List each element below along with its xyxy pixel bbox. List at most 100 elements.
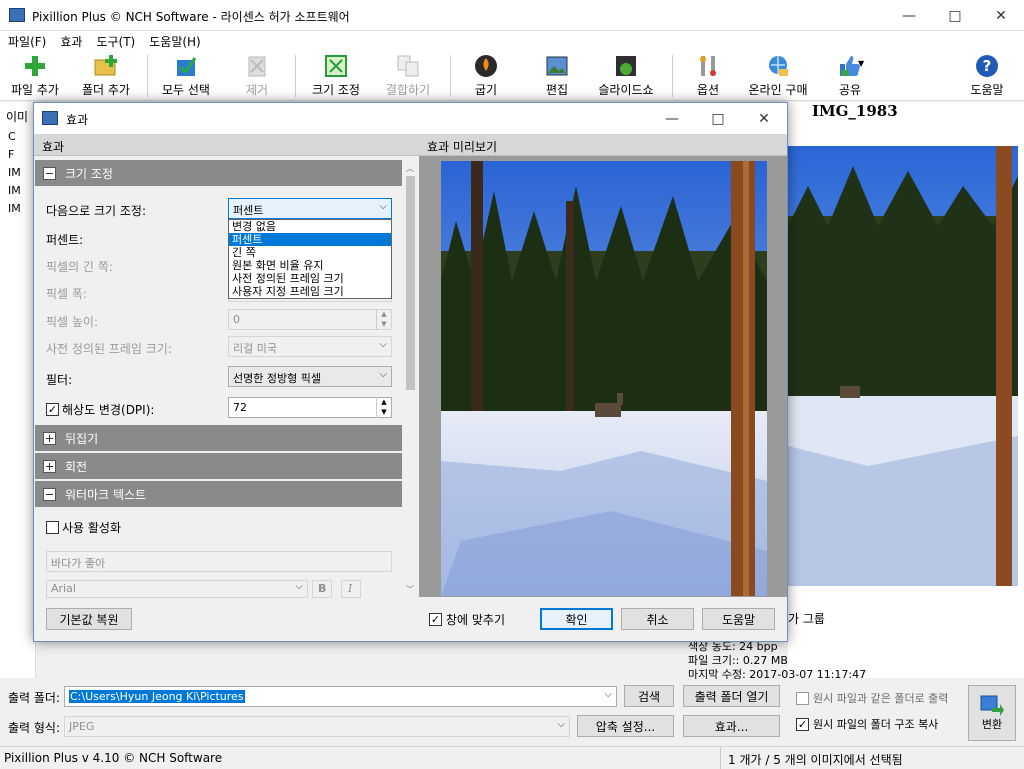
add-folder-button[interactable]: 폴더 추가 <box>77 53 135 99</box>
effects-button[interactable]: 효과... <box>683 715 780 737</box>
slideshow-button[interactable]: 슬라이드쇼 <box>594 53 658 99</box>
resize-by-select[interactable]: 퍼센트 ⌵ <box>228 198 392 219</box>
folder-plus-icon <box>93 53 119 79</box>
select-all-button[interactable]: 모두 선택 <box>156 53 216 99</box>
plus-icon <box>22 53 48 79</box>
list-item[interactable]: IM <box>8 202 21 215</box>
menu-bar: 파일(F) 효과 도구(T) 도움말(H) <box>0 31 1024 51</box>
keep-structure-checkbox[interactable]: ✓ <box>796 717 809 731</box>
minimize-button[interactable]: — <box>886 0 932 31</box>
file-size: 파일 크기:: 0.27 MB <box>688 654 788 667</box>
tools-icon <box>695 53 721 79</box>
effects-dialog: 효과 — □ ✕ 효과 크기 조정 다음으로 크기 조정: 퍼센트 ⌵ 퍼센트:… <box>33 102 788 642</box>
combine-button[interactable]: 결합하기 <box>380 53 436 99</box>
dropdown-option[interactable]: 원본 화면 비율 유지 <box>229 259 391 272</box>
preview-image <box>788 146 1018 586</box>
menu-tools[interactable]: 도구(T) <box>88 31 141 50</box>
dropdown-option[interactable]: 사용자 지정 프레임 크기 <box>229 285 391 298</box>
effects-preview-panel: 효과 미리보기 <box>419 134 787 597</box>
burn-button[interactable]: 굽기 <box>466 53 506 99</box>
fit-window-checkbox[interactable]: ✓ <box>429 613 442 626</box>
same-folder-option[interactable]: 원시 파일과 같은 폴더로 출력 <box>796 690 948 706</box>
output-folder-label: 출력 폴더: <box>8 691 61 705</box>
add-file-button[interactable]: 파일 추가 <box>6 53 64 99</box>
convert-button[interactable]: 변환 <box>968 685 1016 741</box>
height-label: 픽셀 높이: <box>46 315 99 329</box>
main-titlebar: Pixillion Plus © NCH Software - 라이센스 허가 … <box>0 0 1024 31</box>
dialog-close-button[interactable]: ✕ <box>741 103 787 134</box>
section-watermark[interactable]: 워터마크 텍스트 <box>35 481 433 507</box>
preview-title: IMG_1983 <box>812 102 898 120</box>
watermark-enable-checkbox[interactable] <box>46 521 59 534</box>
app-icon <box>9 8 25 22</box>
bold-button[interactable]: B <box>312 580 332 598</box>
app-icon <box>42 111 58 125</box>
same-folder-checkbox[interactable] <box>796 691 809 705</box>
buy-online-button[interactable]: 온라인 구매 <box>744 53 812 99</box>
width-label: 픽셀 폭: <box>46 287 87 301</box>
section-resize[interactable]: 크기 조정 <box>35 160 433 186</box>
output-folder-input[interactable]: C:\Users\Hyun Jeong Ki\Pictures ⌵ <box>64 686 617 707</box>
filter-label: 필터: <box>46 373 73 387</box>
list-item[interactable]: F <box>8 148 14 161</box>
chevron-down-icon: ⌵ <box>379 339 387 350</box>
dpi-checkbox[interactable]: ✓ <box>46 403 59 416</box>
height-field[interactable]: 0 ▲ ▼ <box>228 309 392 330</box>
compression-settings-button[interactable]: 압축 설정... <box>577 715 674 737</box>
dropdown-option[interactable]: 사전 정의된 프레임 크기 <box>229 272 391 285</box>
dropdown-option[interactable]: 긴 쪽 <box>229 246 391 259</box>
remove-button[interactable]: 제거 <box>232 53 282 99</box>
open-output-folder-button[interactable]: 출력 폴더 열기 <box>683 685 780 707</box>
menu-file[interactable]: 파일(F) <box>0 31 52 50</box>
output-format-select[interactable]: JPEG ⌵ <box>64 716 570 737</box>
spinner-arrows-icon[interactable]: ▲ ▼ <box>376 309 391 330</box>
cancel-button[interactable]: 취소 <box>621 608 694 630</box>
reset-defaults-button[interactable]: 기본값 복원 <box>46 608 132 630</box>
watermark-enable-option[interactable]: 사용 활성화 <box>46 519 121 536</box>
browse-button[interactable]: 검색 <box>624 685 674 707</box>
dropdown-arrow-icon[interactable]: ▼ <box>858 59 864 68</box>
effects-scrollbar[interactable]: ︿ ﹀ <box>402 160 419 597</box>
chevron-down-icon: ⌵ <box>604 689 612 700</box>
dpi-option[interactable]: ✓ 해상도 변경(DPI): <box>46 401 154 418</box>
list-item[interactable]: C <box>8 130 16 143</box>
watermark-text-field[interactable]: 바다가 좋아 <box>46 551 392 572</box>
dialog-help-button[interactable]: 도움말 <box>702 608 775 630</box>
menu-effects[interactable]: 효과 <box>52 31 88 50</box>
list-item[interactable]: IM <box>8 184 21 197</box>
scroll-up-icon[interactable]: ︿ <box>406 163 414 174</box>
help-button[interactable]: ? 도움말 <box>965 53 1009 99</box>
file-list[interactable]: 이미 C F IM IM IM <box>0 102 36 678</box>
section-flip[interactable]: 뒤집기 <box>35 425 433 451</box>
fit-window-option[interactable]: ✓ 창에 맞추기 <box>429 611 505 628</box>
dropdown-option-selected[interactable]: 퍼센트 <box>229 233 391 246</box>
dialog-minimize-button[interactable]: — <box>649 103 695 134</box>
menu-help[interactable]: 도움말(H) <box>141 31 207 50</box>
scroll-thumb[interactable] <box>406 176 415 390</box>
filter-select[interactable]: 선명한 정방형 픽셀 ⌵ <box>228 366 392 387</box>
close-button[interactable]: ✕ <box>978 0 1024 31</box>
ok-button[interactable]: 확인 <box>540 608 613 630</box>
status-bar: Pixillion Plus v 4.10 © NCH Software 1 개… <box>0 746 1024 769</box>
options-button[interactable]: 옵션 <box>688 53 728 99</box>
font-select[interactable]: Arial ⌵ <box>46 580 308 598</box>
remove-icon <box>244 53 270 79</box>
long-side-label: 픽셀의 긴 쪽: <box>46 260 113 274</box>
maximize-button[interactable]: □ <box>932 0 978 31</box>
resize-button[interactable]: 크기 조정 <box>305 53 367 99</box>
keep-structure-option[interactable]: ✓ 원시 파일의 폴더 구조 복사 <box>796 716 938 732</box>
preset-frame-select[interactable]: 리걸 미국 ⌵ <box>228 336 392 357</box>
list-item[interactable]: IM <box>8 166 21 179</box>
preview-pane: IMG_1983 가 그룹 <box>788 102 1024 678</box>
scroll-down-icon[interactable]: ﹀ <box>406 584 414 595</box>
section-rotate[interactable]: 회전 <box>35 453 433 479</box>
svg-text:?: ? <box>983 57 992 75</box>
dpi-field[interactable]: 72 ▲ ▼ <box>228 397 392 418</box>
spinner-arrows-icon[interactable]: ▲ ▼ <box>376 397 391 418</box>
globe-cart-icon <box>765 53 791 79</box>
dropdown-option[interactable]: 변경 없음 <box>229 220 391 233</box>
chevron-down-icon: ⌵ <box>379 201 387 212</box>
italic-button[interactable]: I <box>341 580 361 598</box>
dialog-maximize-button[interactable]: □ <box>695 103 741 134</box>
edit-button[interactable]: 편집 <box>537 53 577 99</box>
